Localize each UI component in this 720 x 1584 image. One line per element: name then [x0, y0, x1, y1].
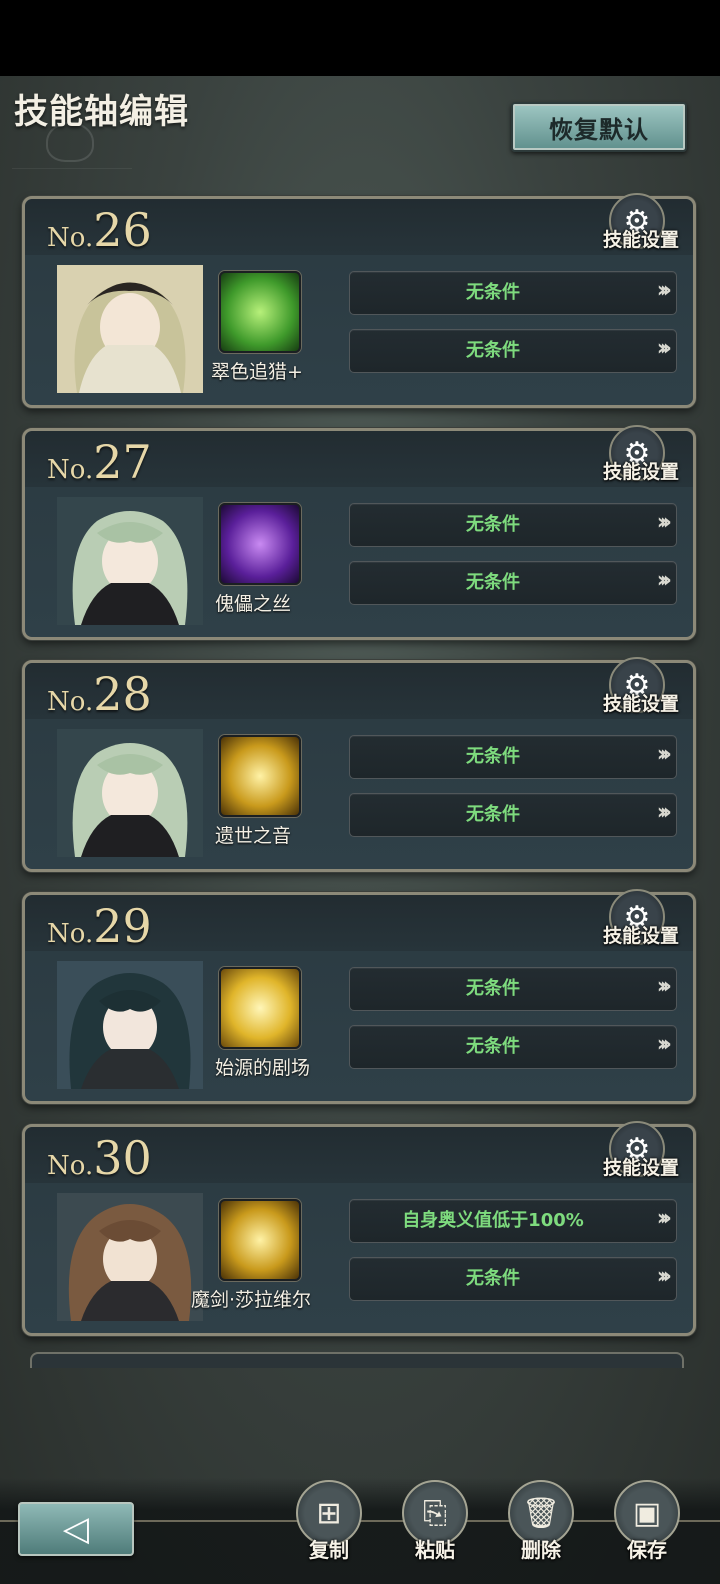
- delete-button[interactable]: 🗑 删除: [508, 1480, 574, 1580]
- condition-slot-1[interactable]: 无条件 ›››: [349, 735, 677, 779]
- skill-name: 遗世之音: [215, 825, 292, 847]
- chevron-right-icon: ›››: [656, 800, 672, 825]
- theater-skill-icon[interactable]: [219, 967, 301, 1049]
- skill-name: 傀儡之丝: [215, 593, 292, 615]
- condition-text: 无条件: [466, 746, 520, 767]
- card-number: No.29: [47, 899, 152, 953]
- skill-settings-label[interactable]: 技能设置: [603, 457, 679, 484]
- condition-text: 自身奥义值低于100%: [402, 1210, 584, 1231]
- chevron-right-icon: ›››: [656, 336, 672, 361]
- skill-card-29: No.29 ⚙ 技能设置 始源的剧场 无条件 ››› 无条件 ›››: [22, 889, 696, 1104]
- card-number: No.28: [47, 667, 152, 721]
- chevron-right-icon: ›››: [656, 278, 672, 303]
- skill-settings-label[interactable]: 技能设置: [603, 921, 679, 948]
- skill-name: 翠色追猎+: [211, 361, 303, 383]
- skill-card-27: No.27 ⚙ 技能设置 傀儡之丝 无条件 ››› 无条件 ›››: [22, 425, 696, 640]
- skill-card-30: No.30 ⚙ 技能设置 魔剑·莎拉维尔 自身奥义值低于100% ››› 无条件…: [22, 1121, 696, 1336]
- paste-label: 粘贴: [415, 1538, 455, 1562]
- condition-slot-2[interactable]: 无条件 ›››: [349, 561, 677, 605]
- chevron-right-icon: ›››: [656, 568, 672, 593]
- condition-text: 无条件: [466, 1036, 520, 1057]
- chevron-right-icon: ›››: [656, 1032, 672, 1057]
- skill-card-28: No.28 ⚙ 技能设置 遗世之音 无条件 ››› 无条件 ›››: [22, 657, 696, 872]
- condition-slot-1[interactable]: 无条件 ›››: [349, 271, 677, 315]
- paste-button[interactable]: ⎘ 粘贴: [402, 1480, 468, 1580]
- reset-default-button[interactable]: 恢复默认: [511, 102, 687, 152]
- tornado-skill-icon[interactable]: [219, 271, 301, 353]
- skill-name: 始源的剧场: [215, 1057, 311, 1079]
- character-portrait: [57, 961, 203, 1089]
- skill-settings-label[interactable]: 技能设置: [603, 225, 679, 252]
- card-number: No.27: [47, 435, 152, 489]
- golden-figure-skill-icon[interactable]: [219, 735, 301, 817]
- character-portrait: [57, 265, 203, 393]
- delete-label: 删除: [521, 1538, 561, 1562]
- chevron-right-icon: ›››: [656, 1206, 672, 1231]
- copy-label: 复制: [309, 1538, 349, 1562]
- condition-text: 无条件: [466, 1268, 520, 1289]
- character-portrait: [57, 497, 203, 625]
- condition-text: 无条件: [466, 282, 520, 303]
- save-button[interactable]: ▣ 保存: [614, 1480, 680, 1580]
- condition-slot-1[interactable]: 无条件 ›››: [349, 967, 677, 1011]
- back-arrow-icon: ◁: [62, 1509, 90, 1549]
- condition-slot-1[interactable]: 无条件 ›››: [349, 503, 677, 547]
- condition-slot-2[interactable]: 无条件 ›››: [349, 329, 677, 373]
- chevron-right-icon: ›››: [656, 510, 672, 535]
- condition-slot-2[interactable]: 无条件 ›››: [349, 1025, 677, 1069]
- title-emblem-icon: [12, 122, 132, 169]
- copy-button[interactable]: ⊞ 复制: [296, 1480, 362, 1580]
- condition-text: 无条件: [466, 514, 520, 535]
- card-number: No.30: [47, 1131, 152, 1185]
- chevron-right-icon: ›››: [656, 974, 672, 999]
- back-button[interactable]: ◁: [18, 1502, 134, 1556]
- chevron-right-icon: ›››: [656, 1264, 672, 1289]
- condition-slot-2[interactable]: 无条件 ›››: [349, 1257, 677, 1301]
- character-portrait: [57, 729, 203, 857]
- status-bar: [0, 0, 720, 76]
- page-title: 技能轴编辑: [14, 92, 189, 132]
- save-label: 保存: [627, 1538, 667, 1562]
- next-card-edge: [30, 1352, 684, 1368]
- skill-name: 魔剑·莎拉维尔: [191, 1289, 312, 1311]
- condition-slot-1[interactable]: 自身奥义值低于100% ›››: [349, 1199, 677, 1243]
- chevron-right-icon: ›››: [656, 742, 672, 767]
- condition-text: 无条件: [466, 572, 520, 593]
- skill-settings-label[interactable]: 技能设置: [603, 689, 679, 716]
- condition-text: 无条件: [466, 804, 520, 825]
- skill-card-26: No.26 ⚙ 技能设置 翠色追猎+ 无条件 ››› 无条件 ›››: [22, 193, 696, 408]
- puppet-skill-icon[interactable]: [219, 503, 301, 585]
- sword-skill-icon[interactable]: [219, 1199, 301, 1281]
- card-number: No.26: [47, 203, 152, 257]
- condition-slot-2[interactable]: 无条件 ›››: [349, 793, 677, 837]
- character-portrait: [57, 1193, 203, 1321]
- condition-text: 无条件: [466, 340, 520, 361]
- skill-settings-label[interactable]: 技能设置: [603, 1153, 679, 1180]
- condition-text: 无条件: [466, 978, 520, 999]
